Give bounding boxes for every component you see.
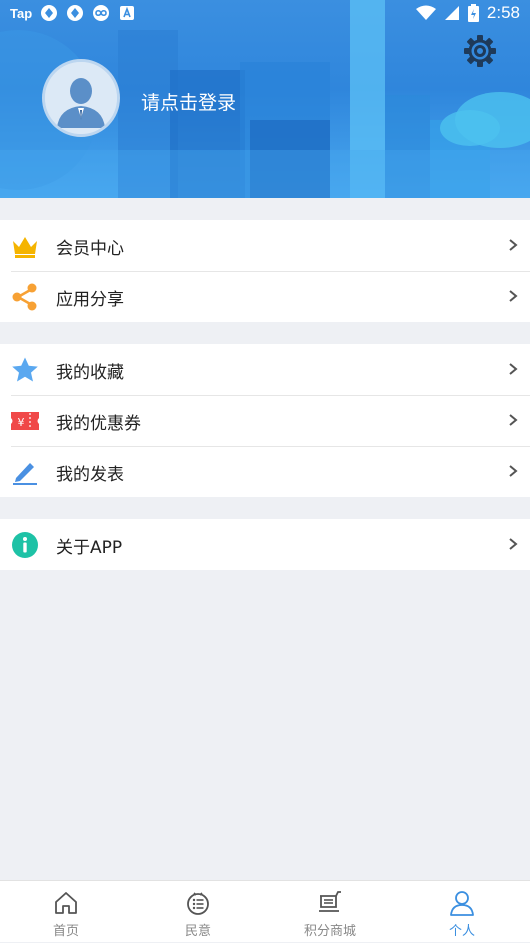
tab-label: 民意 (184, 924, 211, 939)
text-a-icon (120, 6, 135, 20)
tab-points-mall[interactable]: 积分商城 (264, 881, 396, 943)
pencil-icon (13, 463, 37, 485)
share-icon (12, 283, 37, 311)
menu-group-2: 我的收藏 ¥ 我的优惠券 我的发表 (0, 344, 530, 497)
tab-label: 个人 (448, 924, 475, 939)
crown-icon (13, 237, 37, 258)
bottom-tab-bar: 首页 民意 积分商城 个人 (0, 880, 530, 942)
menu-item-favorites[interactable]: 我的收藏 (0, 344, 530, 395)
tab-label: 积分商城 (303, 924, 356, 939)
menu-item-coupons[interactable]: ¥ 我的优惠券 (0, 395, 530, 446)
user-avatar-icon[interactable] (42, 59, 120, 137)
opinion-icon (187, 892, 209, 915)
sync-icon (67, 5, 84, 21)
menu-item-share-app[interactable]: 应用分享 (0, 271, 530, 322)
cart-icon (319, 891, 341, 912)
chevron-right-icon (509, 363, 518, 375)
chevron-right-icon (509, 465, 518, 477)
info-icon (12, 532, 38, 558)
menu-item-label: 我的发表 (56, 465, 124, 485)
svg-text:¥: ¥ (18, 416, 25, 429)
menu-group-3: 关于APP (0, 519, 530, 570)
person-icon (450, 891, 474, 916)
chevron-right-icon (509, 414, 518, 426)
sync-icon (41, 5, 58, 21)
menu-item-about-app[interactable]: 关于APP (0, 519, 530, 570)
tap-badge: Tap (10, 5, 33, 21)
menu-group-1: 会员中心 应用分享 (0, 220, 530, 322)
menu-item-label: 会员中心 (56, 239, 124, 259)
menu-item-label: 我的优惠券 (56, 414, 141, 434)
gear-icon[interactable] (462, 33, 498, 69)
tab-label: 首页 (52, 924, 79, 939)
tab-opinion[interactable]: 民意 (132, 881, 264, 943)
wifi-icon (415, 5, 436, 20)
status-bar: Tap 2:58 (0, 0, 530, 28)
menu-item-label: 我的收藏 (56, 363, 124, 383)
home-icon (55, 892, 77, 914)
chevron-right-icon (509, 239, 518, 251)
status-time: 2:58 (486, 3, 520, 22)
login-prompt[interactable]: 请点击登录 (141, 88, 236, 115)
battery-icon (467, 4, 479, 22)
chevron-right-icon (509, 538, 518, 550)
tab-personal[interactable]: 个人 (396, 881, 528, 943)
signal-icon (444, 6, 459, 20)
coupon-icon: ¥ (11, 412, 39, 430)
tab-home[interactable]: 首页 (0, 881, 132, 943)
infinity-icon (93, 5, 110, 21)
menu-item-label: 应用分享 (56, 290, 124, 310)
profile-header: Tap 2:58 请点击登录 (0, 0, 530, 198)
chevron-right-icon (509, 290, 518, 302)
menu-item-label: 关于APP (56, 538, 123, 558)
menu-item-member-center[interactable]: 会员中心 (0, 220, 530, 271)
menu-item-my-posts[interactable]: 我的发表 (0, 446, 530, 497)
star-icon (12, 357, 38, 382)
